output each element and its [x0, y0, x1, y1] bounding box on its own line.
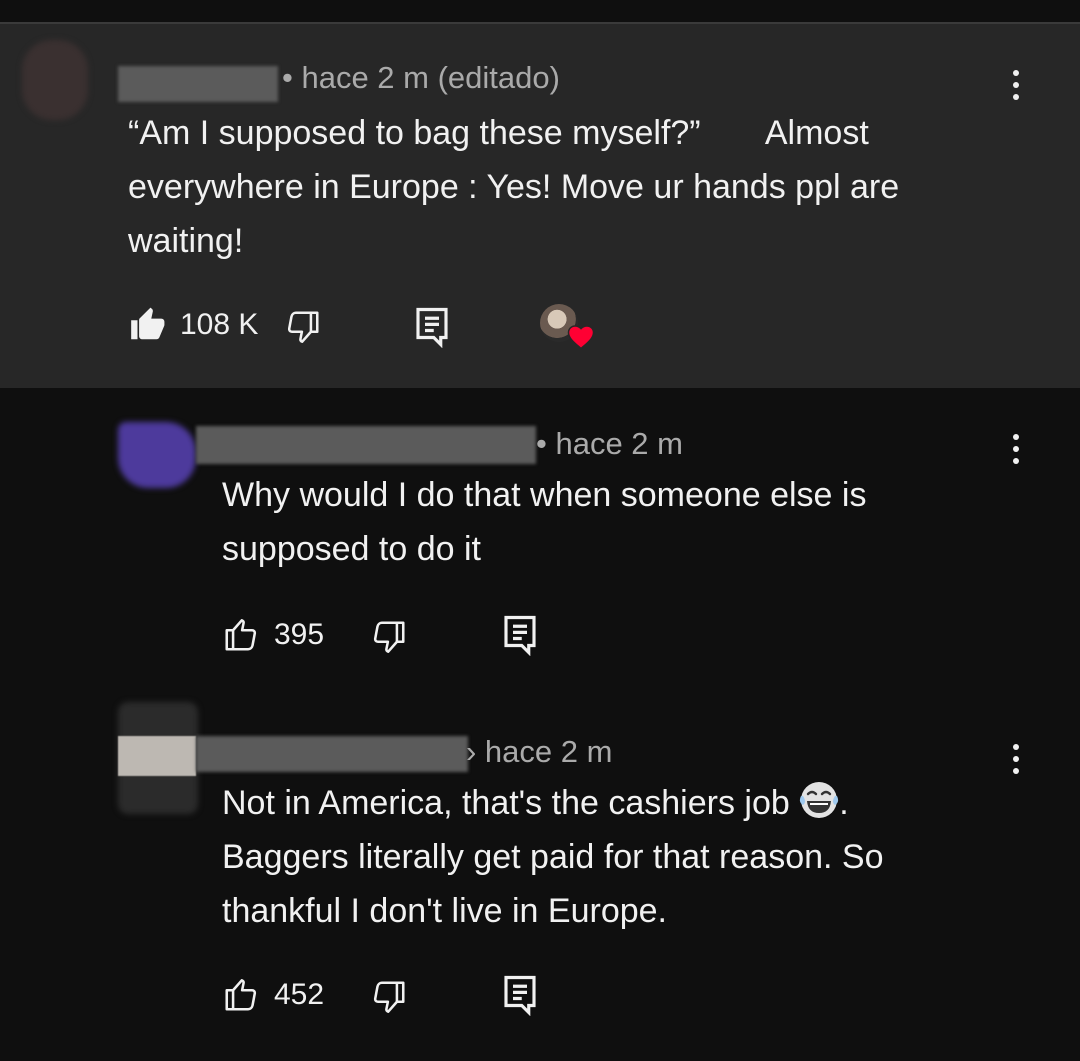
redacted-username	[118, 66, 278, 102]
comment-line: Not in America, that's the cashiers job …	[222, 776, 1022, 830]
comment-text: “Am I supposed to bag these myself?” Alm…	[128, 106, 1008, 268]
kebab-menu-icon	[1013, 434, 1019, 440]
redacted-username	[196, 426, 536, 464]
comment-reply: • hace 2 m Why would I do that when some…	[0, 388, 1080, 698]
thumbs-up-icon	[225, 619, 257, 651]
comment-line: Why would I do that when someone else is	[222, 476, 867, 514]
comment-timestamp: • hace 2 m	[536, 426, 683, 461]
comment-actions: 108 K	[128, 302, 728, 350]
comment-timestamp: • hace 2 m (editado)	[282, 60, 560, 95]
more-options-button[interactable]	[1010, 434, 1020, 474]
heart-icon	[567, 325, 595, 350]
thumbs-up-filled-icon	[131, 307, 165, 340]
kebab-menu-icon	[1013, 744, 1019, 750]
comment-text: Why would I do that when someone else is…	[222, 468, 1002, 576]
comment-timestamp: › hace 2 m	[466, 734, 613, 769]
dislike-button[interactable]	[370, 618, 408, 656]
like-button[interactable]	[128, 306, 166, 344]
reply-icon	[504, 975, 536, 1016]
thumbs-up-icon	[225, 979, 257, 1011]
avatar[interactable]	[22, 40, 88, 120]
reply-icon	[416, 307, 448, 348]
comment-line: “Am I supposed to bag these myself?” Alm…	[128, 114, 869, 152]
more-options-button[interactable]	[1010, 70, 1020, 110]
reply-button[interactable]	[502, 614, 538, 656]
like-button[interactable]	[222, 976, 260, 1014]
comment-line: everywhere in Europe : Yes! Move ur hand…	[128, 168, 900, 206]
kebab-menu-icon	[1013, 70, 1019, 76]
redacted-username	[196, 736, 468, 772]
comment-highlighted: • hace 2 m (editado) “Am I supposed to b…	[0, 24, 1080, 388]
comment-line: supposed to do it	[222, 530, 481, 568]
like-button[interactable]	[222, 616, 260, 654]
redacted-avatar-block	[118, 736, 196, 776]
top-divider	[0, 0, 1080, 24]
like-count: 108 K	[180, 308, 259, 341]
dislike-button[interactable]	[284, 308, 322, 346]
comment-text: Not in America, that's the cashiers job …	[222, 776, 1022, 938]
comment-reply: › hace 2 m Not in America, that's the ca…	[0, 698, 1080, 1061]
reply-icon	[504, 615, 536, 656]
thumbs-down-icon	[373, 981, 405, 1013]
like-count: 395	[274, 618, 325, 651]
avatar[interactable]	[118, 422, 196, 488]
reply-button[interactable]	[414, 306, 450, 348]
comment-line: thankful I don't live in Europe.	[222, 892, 667, 930]
reply-button[interactable]	[502, 974, 538, 1016]
comment-line-text: Not in America, that's the cashiers job	[222, 784, 790, 822]
face-with-tears-of-joy-icon	[800, 782, 839, 818]
comment-line: waiting!	[128, 222, 244, 260]
creator-heart[interactable]	[540, 302, 600, 352]
thumbs-down-icon	[287, 311, 319, 343]
comment-actions: 395	[222, 614, 622, 658]
comment-line-suffix: .	[839, 784, 849, 822]
comment-line: Baggers literally get paid for that reas…	[222, 838, 884, 876]
comment-actions: 452	[222, 974, 622, 1018]
thumbs-down-icon	[373, 621, 405, 653]
like-count: 452	[274, 978, 325, 1011]
dislike-button[interactable]	[370, 978, 408, 1016]
